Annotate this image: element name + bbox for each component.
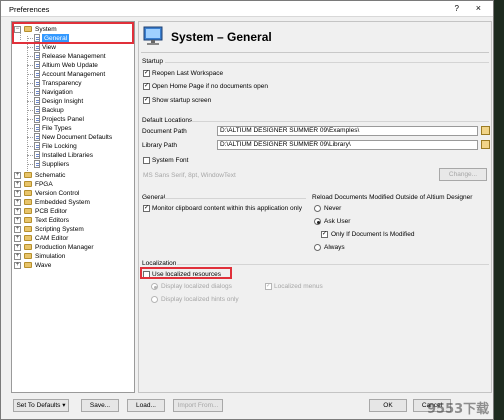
expand-icon[interactable]: + — [14, 262, 21, 269]
default-locations-label: Default Locations — [142, 117, 193, 124]
expand-icon[interactable]: + — [14, 172, 21, 179]
document-path-input[interactable]: D:\ALTIUM DESIGNER SUMMER 09\Examples\ — [217, 126, 478, 136]
startup-label: Startup — [142, 58, 163, 65]
monitor-icon — [143, 26, 163, 45]
reload-always-label: Always — [324, 244, 345, 251]
expand-icon[interactable]: + — [14, 190, 21, 197]
change-font-button[interactable]: Change... — [439, 168, 487, 181]
dropdown-arrow-icon: ▾ — [62, 402, 66, 409]
page-icon — [34, 151, 40, 159]
expand-icon[interactable]: + — [14, 208, 21, 215]
only-if-modified-label: Only If Document Is Modified — [331, 231, 415, 238]
page-title: System – General — [171, 30, 272, 44]
expand-icon[interactable]: + — [14, 217, 21, 224]
page-icon — [34, 142, 40, 150]
reload-ask-user-radio[interactable] — [314, 218, 321, 225]
reopen-workspace-label: Reopen Last Workspace — [152, 70, 224, 77]
display-localized-dialogs-radio[interactable] — [151, 283, 158, 290]
general-label: General — [142, 194, 166, 201]
page-icon — [34, 79, 40, 87]
reload-ask-user-label: Ask User — [324, 218, 351, 225]
system-font-label: System Font — [152, 157, 189, 164]
page-icon — [34, 97, 40, 105]
localized-menus-checkbox[interactable]: ✓ — [265, 283, 272, 290]
document-path-browse-icon[interactable] — [481, 126, 490, 135]
system-font-checkbox[interactable] — [143, 157, 150, 164]
page-icon — [34, 106, 40, 114]
page-icon — [34, 70, 40, 78]
document-path-label: Document Path — [142, 128, 187, 135]
monitor-clipboard-label: Monitor clipboard content within this ap… — [152, 205, 302, 212]
page-icon — [34, 115, 40, 123]
settings-panel: System – General Startup ✓ Reopen Last W… — [138, 21, 492, 393]
reopen-workspace-checkbox[interactable]: ✓ — [143, 70, 150, 77]
folder-icon — [24, 235, 32, 241]
reload-always-radio[interactable] — [314, 244, 321, 251]
window-title: Preferences — [9, 5, 50, 14]
reload-never-label: Never — [324, 205, 342, 212]
preferences-tree[interactable]: − System General View Release Management Al… — [11, 21, 135, 393]
localization-label: Localization — [142, 260, 177, 267]
folder-icon — [24, 262, 32, 268]
library-path-input[interactable]: D:\ALTIUM DESIGNER SUMMER 09\Library\ — [217, 140, 478, 150]
set-to-defaults-button[interactable]: Set To Defaults ▾ — [13, 399, 69, 412]
ok-button[interactable]: OK — [369, 399, 407, 412]
expand-icon[interactable]: + — [14, 244, 21, 251]
library-path-browse-icon[interactable] — [481, 140, 490, 149]
expand-icon[interactable]: + — [14, 226, 21, 233]
page-icon — [34, 133, 40, 141]
open-home-page-label: Open Home Page if no documents open — [152, 83, 268, 90]
page-icon — [34, 124, 40, 132]
reload-documents-label: Reload Documents Modified Outside of Alt… — [312, 194, 473, 201]
folder-icon — [24, 190, 32, 196]
folder-icon — [24, 199, 32, 205]
save-button[interactable]: Save... — [81, 399, 119, 412]
folder-icon — [24, 244, 32, 250]
display-localized-hints-radio[interactable] — [151, 296, 158, 303]
folder-icon — [24, 253, 32, 259]
page-icon — [34, 61, 40, 69]
import-from-button[interactable]: Import From... — [173, 399, 223, 412]
reload-never-radio[interactable] — [314, 205, 321, 212]
folder-icon — [24, 217, 32, 223]
system-font-value: MS Sans Serif, 8pt, WindowText — [143, 172, 236, 179]
display-localized-dialogs-label: Display localized dialogs — [161, 283, 232, 290]
display-localized-hints-label: Display localized hints only — [161, 296, 239, 303]
highlight-use-localized — [140, 267, 232, 279]
title-bar: Preferences ? × — [1, 1, 493, 17]
monitor-clipboard-checkbox[interactable]: ✓ — [143, 205, 150, 212]
load-button[interactable]: Load... — [127, 399, 165, 412]
page-icon — [34, 88, 40, 96]
folder-icon — [24, 226, 32, 232]
show-startup-screen-label: Show startup screen — [152, 97, 212, 104]
library-path-label: Library Path — [142, 142, 178, 149]
show-startup-screen-checkbox[interactable]: ✓ — [143, 97, 150, 104]
watermark: 9553下载 — [427, 402, 490, 417]
preferences-window: Preferences ? × − System General View Rele… — [0, 0, 494, 420]
only-if-modified-checkbox[interactable]: ✓ — [321, 231, 328, 238]
expand-icon[interactable]: + — [14, 181, 21, 188]
expand-icon[interactable]: + — [14, 253, 21, 260]
help-icon[interactable]: ? — [455, 4, 459, 13]
page-icon — [34, 43, 40, 51]
folder-icon — [24, 208, 32, 214]
page-icon — [34, 160, 40, 168]
folder-icon — [24, 172, 32, 178]
expand-icon[interactable]: + — [14, 199, 21, 206]
localized-menus-label: Localized menus — [274, 283, 323, 290]
highlight-system-general — [12, 22, 134, 44]
folder-icon — [24, 181, 32, 187]
close-icon[interactable]: × — [476, 3, 481, 13]
expand-icon[interactable]: + — [14, 235, 21, 242]
page-icon — [34, 52, 40, 60]
open-home-page-checkbox[interactable]: ✓ — [143, 83, 150, 90]
